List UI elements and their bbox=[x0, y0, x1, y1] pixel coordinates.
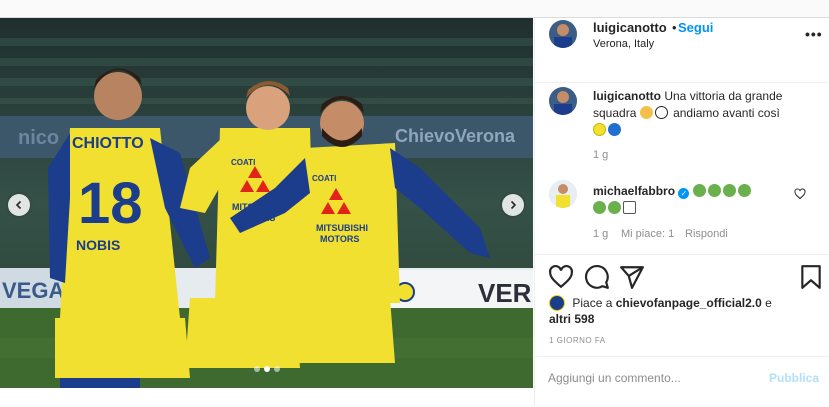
post-header: luigicanotto • Segui Verona, Italy ••• bbox=[535, 18, 829, 83]
face-emoji-icon bbox=[593, 201, 606, 214]
post-photo[interactable]: ChievoVerona nico VEGA VER CHIOTTO 18 NO… bbox=[0, 18, 533, 388]
likes-suffix: e bbox=[765, 296, 772, 310]
verified-badge-icon: ✓ bbox=[678, 188, 690, 199]
jersey-sponsor-motors-2: MOTORS bbox=[320, 234, 359, 244]
caption-text: luigicanotto Una vittoria da grande squa… bbox=[593, 88, 815, 139]
likes-prefix: Piace a bbox=[572, 296, 613, 310]
post-side-panel: luigicanotto • Segui Verona, Italy ••• l… bbox=[534, 18, 829, 406]
jersey-sponsor-coati: COATI bbox=[231, 158, 255, 167]
header-separator: • bbox=[672, 20, 677, 35]
jersey-number: 18 bbox=[78, 171, 143, 236]
publish-button[interactable]: Pubblica bbox=[769, 371, 819, 385]
stadium-banner: ChievoVerona bbox=[395, 126, 516, 146]
face-emoji-icon bbox=[608, 201, 621, 214]
comment-likes[interactable]: Mi piace: 1 bbox=[621, 228, 674, 240]
post-timestamp[interactable]: 1 GIORNO FA bbox=[549, 336, 606, 345]
comment-username[interactable]: michaelfabbro bbox=[593, 184, 675, 198]
carousel-dot bbox=[273, 366, 280, 372]
liker-username[interactable]: chievofanpage_official2.0 bbox=[616, 296, 762, 310]
comment-composer: Pubblica bbox=[535, 356, 829, 407]
photo-next-button[interactable] bbox=[502, 194, 524, 216]
commenter-avatar[interactable] bbox=[549, 180, 577, 208]
jersey-name: CHIOTTO bbox=[72, 135, 144, 152]
heart-icon[interactable] bbox=[548, 264, 574, 290]
caption-time[interactable]: 1 g bbox=[593, 149, 608, 161]
share-icon[interactable] bbox=[619, 264, 645, 290]
svg-text:nico: nico bbox=[18, 127, 59, 149]
author-username[interactable]: luigicanotto bbox=[593, 20, 667, 35]
jersey-sponsor-mitsubishi-2: MITSUBISHI bbox=[316, 223, 368, 233]
comment-text: michaelfabbro ✓ bbox=[593, 183, 815, 217]
likes-others[interactable]: altri 598 bbox=[549, 312, 594, 326]
comment-reply-button[interactable]: Rispondi bbox=[685, 228, 728, 240]
post-frame: ChievoVerona nico VEGA VER CHIOTTO 18 NO… bbox=[0, 17, 829, 406]
face-emoji-icon bbox=[692, 184, 706, 197]
caption-username[interactable]: luigicanotto bbox=[593, 89, 661, 103]
action-bar bbox=[535, 254, 829, 295]
chevron-right-icon bbox=[510, 200, 517, 210]
comment-time[interactable]: 1 g bbox=[593, 228, 608, 240]
likes-summary: Piace a chievofanpage_official2.0 e altr… bbox=[549, 295, 819, 327]
follow-button[interactable]: Segui bbox=[678, 20, 713, 35]
photo-prev-button[interactable] bbox=[8, 194, 30, 216]
blue-circle-emoji-icon bbox=[608, 123, 621, 136]
caption-body-end: andiamo avanti così bbox=[673, 106, 780, 120]
caption-avatar[interactable] bbox=[549, 87, 577, 115]
comment-icon[interactable] bbox=[584, 264, 610, 290]
jersey-sponsor-back: NOBIS bbox=[76, 237, 120, 253]
carousel-dot-active bbox=[263, 366, 270, 372]
chevron-left-icon bbox=[15, 200, 22, 210]
soccer-ball-emoji-icon bbox=[654, 106, 668, 119]
thumbs-up-emoji-icon bbox=[623, 201, 636, 214]
ad-board-left: VEGA bbox=[2, 278, 64, 303]
flexed-biceps-emoji-icon bbox=[639, 106, 653, 119]
post-location[interactable]: Verona, Italy bbox=[593, 38, 654, 50]
yellow-circle-emoji-icon bbox=[593, 123, 606, 136]
more-options-button[interactable]: ••• bbox=[805, 26, 823, 42]
comment-input[interactable] bbox=[548, 371, 748, 385]
photo-illustration: ChievoVerona nico VEGA VER CHIOTTO 18 NO… bbox=[0, 18, 533, 388]
face-emoji-icon bbox=[722, 184, 736, 197]
face-emoji-icon bbox=[707, 184, 721, 197]
jersey-sponsor-coati-2: COATI bbox=[312, 174, 336, 183]
liker-avatar[interactable] bbox=[549, 295, 565, 311]
face-emoji-icon bbox=[737, 184, 751, 197]
ad-board-right: VER bbox=[478, 278, 532, 308]
author-avatar[interactable] bbox=[549, 20, 577, 48]
carousel-dot bbox=[253, 366, 260, 372]
heart-outline-icon[interactable] bbox=[794, 188, 806, 200]
bookmark-icon[interactable] bbox=[798, 264, 824, 290]
carousel-dots bbox=[0, 366, 533, 372]
